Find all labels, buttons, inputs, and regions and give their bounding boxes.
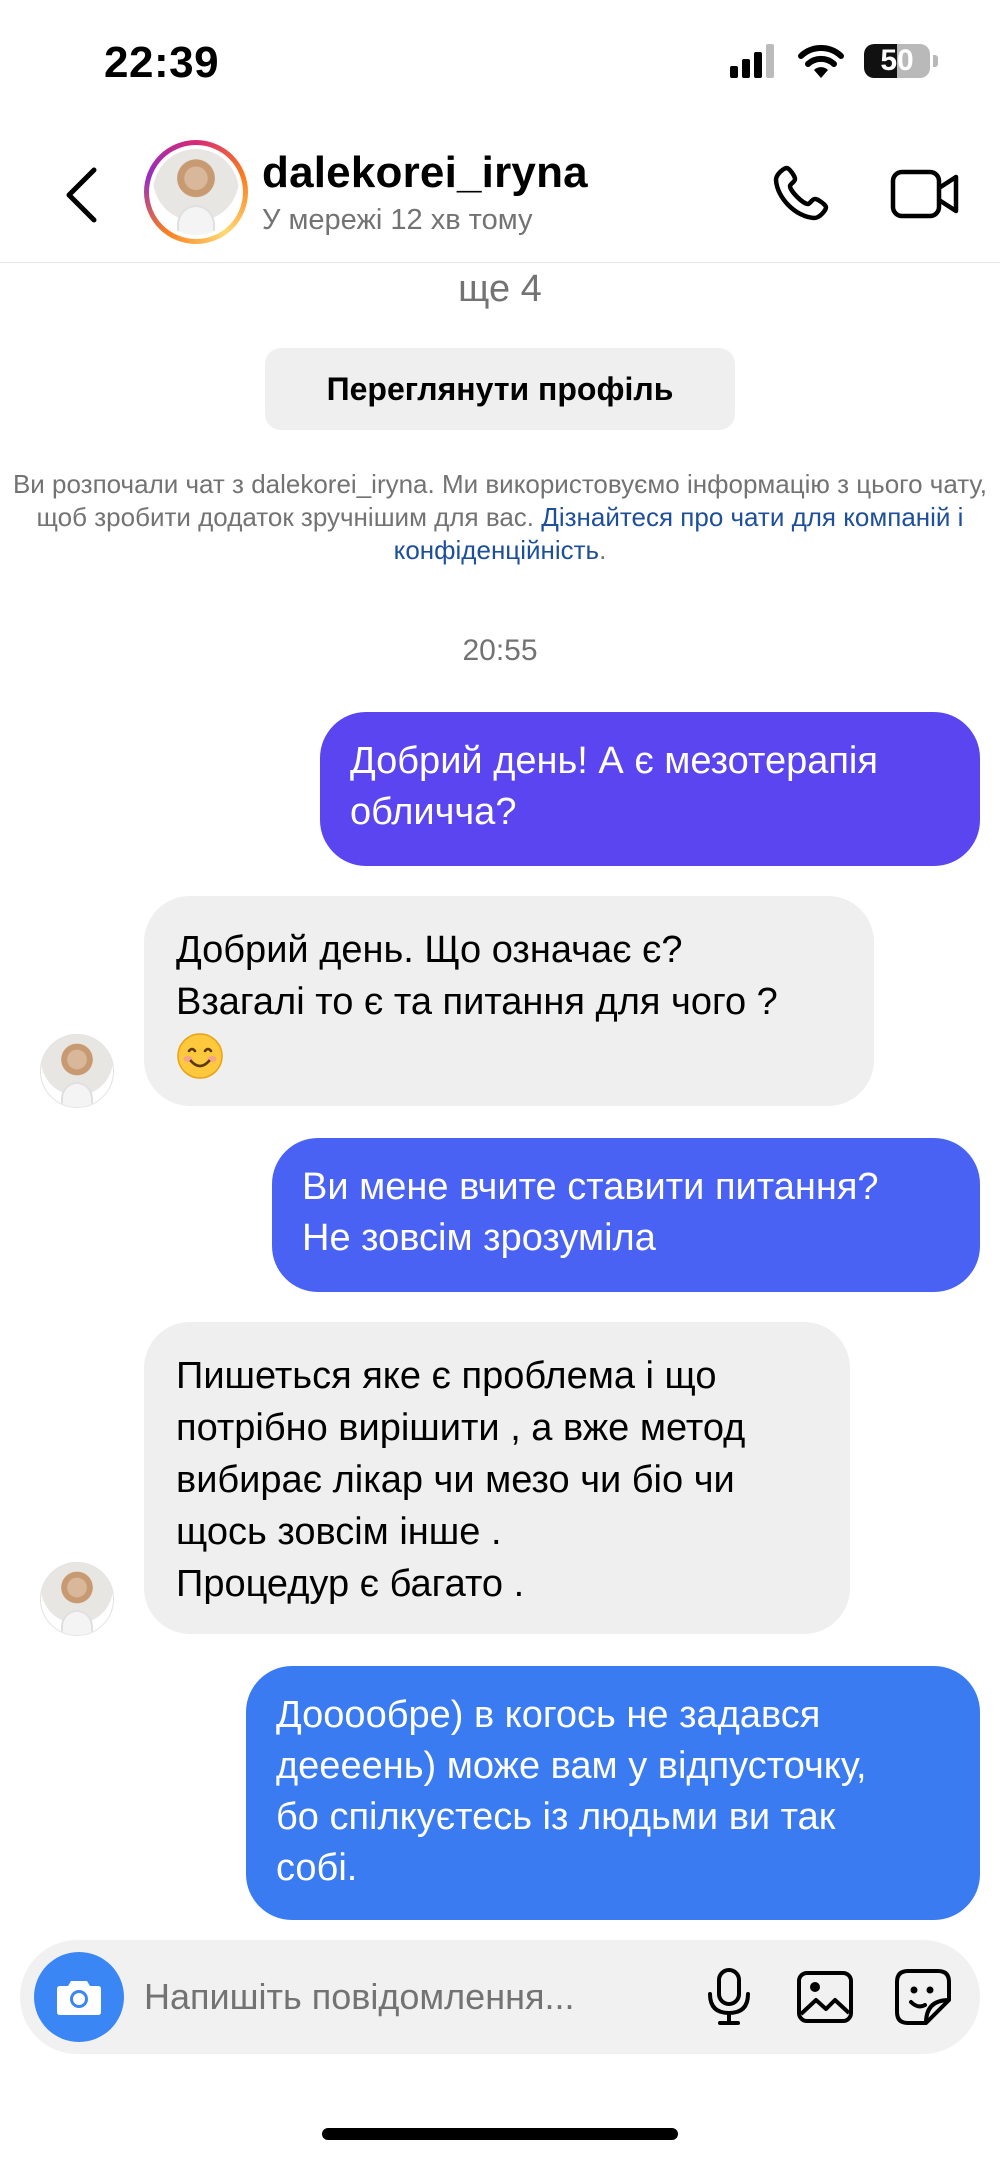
avatar-border	[149, 145, 243, 239]
incoming-message[interactable]: Пишеться яке є проблема і що потрібно ви…	[144, 1322, 850, 1634]
chat-notice: Ви розпочали чат з dalekorei_iryna. Ми в…	[12, 468, 988, 567]
battery-icon: 50	[864, 44, 938, 78]
sender-avatar[interactable]	[40, 1562, 114, 1636]
contact-username[interactable]: dalekorei_iryna	[262, 148, 588, 198]
wifi-icon	[798, 45, 844, 78]
message-line: Ви мене вчите ставити питання?	[302, 1166, 879, 1208]
gallery-icon	[797, 1971, 853, 2023]
phone-icon	[773, 165, 829, 221]
home-indicator[interactable]	[322, 2128, 678, 2140]
incoming-message[interactable]: Добрий день. Що означає є? Взагалі то є …	[144, 896, 874, 1106]
smiling-face-emoji	[177, 1033, 223, 1079]
sticker-button[interactable]	[890, 1964, 956, 2030]
message-line: Дооообре) в когось не задався	[276, 1694, 821, 1736]
back-button[interactable]	[56, 160, 106, 230]
camera-icon	[57, 1981, 101, 2015]
contact-status: У мережі 12 хв тому	[262, 204, 533, 236]
notice-end: .	[599, 535, 607, 565]
status-icons: 50	[730, 44, 938, 78]
signal-icon	[730, 44, 774, 78]
message-line: вибирає лікар чи мезо чи біо чи	[176, 1459, 735, 1501]
message-line: деееень) може вам у відпусточку,	[276, 1745, 867, 1787]
outgoing-message[interactable]: Добрий день! А є мезотерапія обличча?	[320, 712, 980, 866]
message-input[interactable]	[144, 1964, 684, 2030]
profile-avatar[interactable]	[144, 140, 248, 244]
outgoing-message[interactable]: Дооообре) в когось не задався деееень) м…	[246, 1666, 980, 1920]
camera-button[interactable]	[34, 1952, 124, 2042]
message-line: потрібно вирішити , а вже метод	[176, 1407, 746, 1449]
battery-tip	[933, 55, 938, 67]
message-line: щось зовсім інше .	[176, 1511, 502, 1553]
avatar-photo	[153, 149, 239, 235]
battery-level: 50	[880, 44, 914, 77]
voice-message-button[interactable]	[696, 1964, 762, 2030]
message-line: бо спілкуєтесь із людьми ви так	[276, 1796, 836, 1838]
view-profile-button[interactable]: Переглянути профіль	[265, 348, 735, 430]
message-line: собі.	[276, 1847, 358, 1889]
more-count: ще 4	[458, 268, 542, 310]
message-line: Процедур є багато .	[176, 1563, 525, 1605]
sender-avatar[interactable]	[40, 1034, 114, 1108]
microphone-icon	[708, 1968, 750, 2025]
message-composer	[20, 1940, 980, 2054]
message-line: Пишеться яке є проблема і що	[176, 1355, 717, 1397]
video-call-button[interactable]	[890, 164, 960, 224]
message-timestamp: 20:55	[462, 634, 538, 667]
message-line: Добрий день. Що означає є?	[176, 929, 683, 971]
message-line: Добрий день! А є мезотерапія	[350, 740, 878, 782]
chat-screen: 22:39 50 dalekorei_iryna У мережі 12 хв …	[0, 0, 1000, 2164]
message-line: обличча?	[350, 791, 517, 833]
video-camera-icon	[890, 169, 959, 219]
back-icon	[66, 167, 97, 223]
sticker-icon	[895, 1969, 951, 2025]
message-line: Взагалі то є та питання для чого ?	[176, 981, 778, 1023]
status-time: 22:39	[104, 38, 220, 87]
call-button[interactable]	[768, 162, 832, 226]
battery-body: 50	[864, 44, 930, 78]
outgoing-message[interactable]: Ви мене вчите ставити питання? Не зовсім…	[272, 1138, 980, 1292]
chat-header: dalekorei_iryna У мережі 12 хв тому	[0, 130, 1000, 263]
message-line: Не зовсім зрозуміла	[302, 1217, 656, 1259]
gallery-button[interactable]	[792, 1964, 858, 2030]
